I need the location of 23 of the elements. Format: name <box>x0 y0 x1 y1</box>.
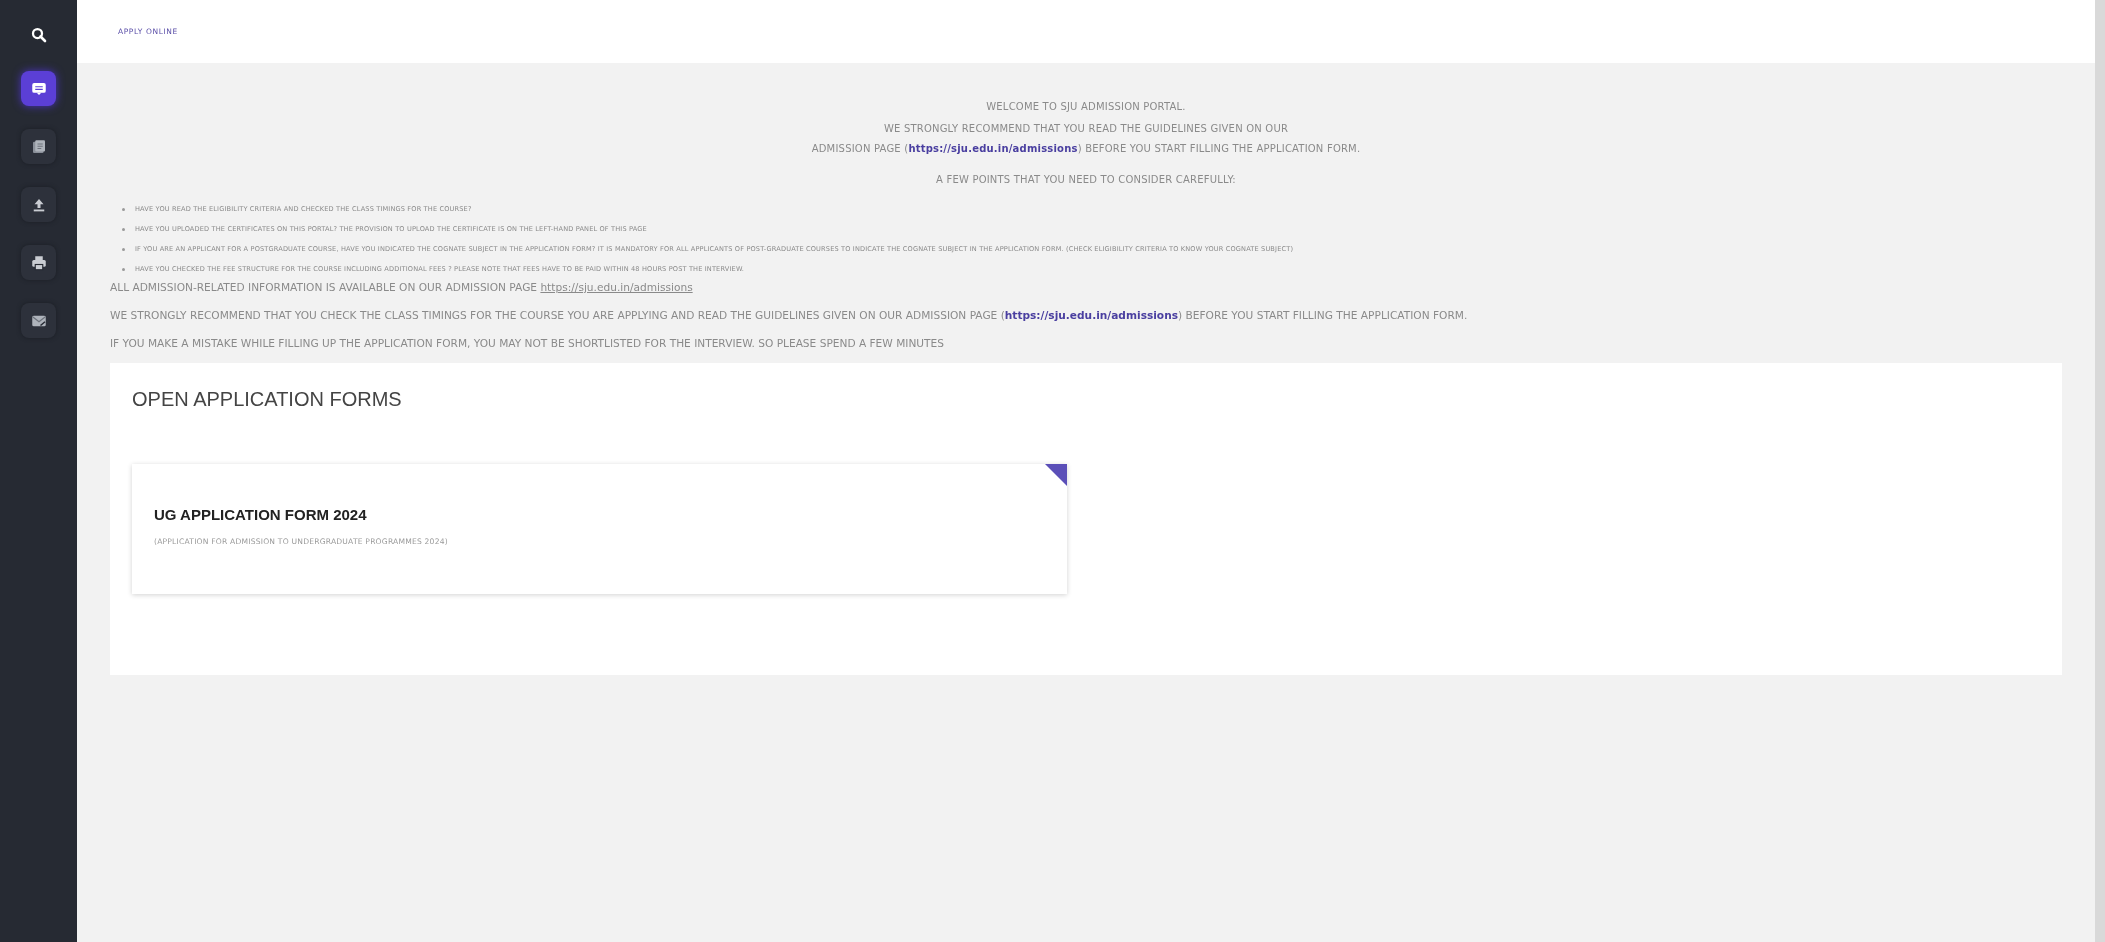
panel-title: OPEN APPLICATION FORMS <box>132 388 403 411</box>
welcome-text: WELCOME TO SJU ADMISSION PORTAL. <box>985 100 1187 114</box>
printer-icon <box>29 253 48 272</box>
admissions-link[interactable]: https://sju.edu.in/admissions <box>1004 309 1178 321</box>
sidebar-button[interactable] <box>21 129 56 164</box>
note-text: WE STRONGLY RECOMMEND THAT YOU CHECK THE CLASS TIMINGS FOR THE COURSE YOU ARE APPLYING AND READ THE GUIDELINES GIVEN ON OUR ADMISSION PAGE (https://sju.edu.in/admissions) BEFORE YOU START FILLING THE APPLICATION FORM. <box>110 308 1469 323</box>
search-icon <box>29 26 48 44</box>
bullet-icon <box>122 208 125 211</box>
corner-icon <box>1045 464 1067 486</box>
intro-text: WE STRONGLY RECOMMEND THAT YOU READ THE GUIDELINES GIVEN ON OUR <box>882 122 1290 136</box>
points-heading: A FEW POINTS THAT YOU NEED TO CONSIDER CAREFULLY: <box>935 173 1237 187</box>
sidebar-button[interactable] <box>21 71 56 106</box>
note-text: IF YOU MAKE A MISTAKE WHILE FILLING UP THE APPLICATION FORM, YOU MAY NOT BE SHORTLISTED FOR THE INTERVIEW. SO PLEASE SPEND A FEW MINUTES <box>110 336 945 351</box>
bullet-icon <box>122 268 125 271</box>
bullet-icon <box>122 248 125 251</box>
sidebar-button[interactable] <box>21 303 56 338</box>
sidebar-button[interactable] <box>21 187 56 222</box>
sidebar-button[interactable] <box>21 245 56 280</box>
bullet-icon <box>122 228 125 231</box>
intro-text: ADMISSION PAGE (https://sju.edu.in/admissions) BEFORE YOU START FILLING THE APPLICATION FORM. <box>810 142 1362 156</box>
form-title: UG APPLICATION FORM 2024 <box>154 506 368 523</box>
admissions-link[interactable]: https://sju.edu.in/admissions <box>908 143 1078 154</box>
note-text: ALL ADMISSION-RELATED INFORMATION IS AVAILABLE ON OUR ADMISSION PAGE https://sju.edu.in/admissions <box>110 280 694 295</box>
